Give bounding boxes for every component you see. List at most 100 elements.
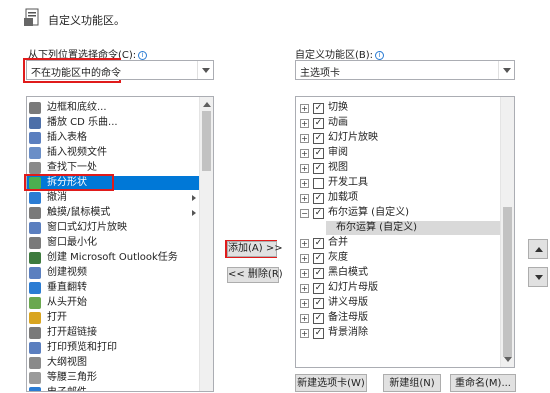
- tab-checkbox[interactable]: ✓: [313, 298, 324, 309]
- scroll-thumb[interactable]: [202, 111, 211, 171]
- command-item[interactable]: 触摸/鼠标模式: [27, 206, 200, 220]
- scroll-down-icon[interactable]: [504, 357, 512, 362]
- scroll-up-icon[interactable]: [203, 102, 211, 107]
- ribbon-tabs-combo[interactable]: 主选项卡: [295, 60, 515, 80]
- tab-checkbox[interactable]: ✓: [313, 103, 324, 114]
- chevron-down-icon[interactable]: [197, 61, 213, 79]
- tab-checkbox[interactable]: ✓: [313, 283, 324, 294]
- minimize-icon: [29, 237, 41, 249]
- expand-icon[interactable]: +: [300, 254, 309, 263]
- ribbon-tree-item[interactable]: + ✓ 幻灯片放映: [296, 131, 501, 145]
- expand-icon[interactable]: +: [300, 269, 309, 278]
- tab-checkbox[interactable]: ✓: [313, 193, 324, 204]
- ribbon-tabs-value: 主选项卡: [300, 68, 340, 79]
- command-item[interactable]: 等腰三角形: [27, 371, 200, 385]
- command-item[interactable]: 创建 Microsoft Outlook任务: [27, 251, 200, 265]
- command-label: 垂直翻转: [47, 282, 87, 293]
- collapse-icon[interactable]: −: [300, 209, 309, 218]
- command-item[interactable]: 插入视频文件: [27, 146, 200, 160]
- ribbon-tree-item[interactable]: + ✓ 备注母版: [296, 311, 501, 325]
- tab-checkbox[interactable]: ✓: [313, 313, 324, 324]
- commands-scrollbar[interactable]: [199, 97, 213, 391]
- ribbon-tree-item[interactable]: + ✓ 合并: [296, 236, 501, 250]
- expand-icon[interactable]: +: [300, 164, 309, 173]
- command-item[interactable]: 打开超链接: [27, 326, 200, 340]
- tab-checkbox[interactable]: ✓: [313, 253, 324, 264]
- find-next-icon: [29, 162, 41, 174]
- ribbon-tree-item[interactable]: 布尔运算 (自定义): [326, 221, 501, 235]
- command-item[interactable]: 打印预览和打印: [27, 341, 200, 355]
- expand-icon[interactable]: +: [300, 194, 309, 203]
- command-item[interactable]: 撤消: [27, 191, 200, 205]
- ribbon-tree-item[interactable]: + ✓ 加载项: [296, 191, 501, 205]
- ribbon-tree-item[interactable]: + ✓ 视图: [296, 161, 501, 175]
- expand-icon[interactable]: +: [300, 179, 309, 188]
- move-up-button[interactable]: [528, 239, 548, 259]
- command-item[interactable]: 窗口最小化: [27, 236, 200, 250]
- command-item[interactable]: 窗口式幻灯片放映: [27, 221, 200, 235]
- expand-icon[interactable]: +: [300, 329, 309, 338]
- commands-list[interactable]: 边框和底纹... 播放 CD 乐曲... 插入表格 插入视频文件 查找下一处 拆分形状 撤消…: [26, 96, 214, 392]
- tab-checkbox[interactable]: ✓: [313, 163, 324, 174]
- new-tab-button[interactable]: 新建选项卡(W): [295, 374, 367, 392]
- tab-checkbox[interactable]: ✓: [313, 268, 324, 279]
- chevron-down-icon[interactable]: [498, 61, 514, 79]
- expand-icon[interactable]: +: [300, 284, 309, 293]
- command-item[interactable]: 播放 CD 乐曲...: [27, 116, 200, 130]
- ribbon-tree-item[interactable]: + 开发工具: [296, 176, 501, 190]
- expand-icon[interactable]: +: [300, 149, 309, 158]
- undo-icon: [29, 192, 41, 204]
- commands-source-combo[interactable]: 不在功能区中的命令: [26, 60, 214, 80]
- info-icon: i: [138, 51, 148, 60]
- ribbon-tree-item[interactable]: + ✓ 灰度: [296, 251, 501, 265]
- ribbon-tree-item[interactable]: + ✓ 背景消除: [296, 326, 501, 340]
- new-group-button[interactable]: 新建组(N): [383, 374, 441, 392]
- command-item[interactable]: 查找下一处: [27, 161, 200, 175]
- commands-source-value: 不在功能区中的命令: [31, 68, 121, 79]
- command-item[interactable]: 插入表格: [27, 131, 200, 145]
- ribbon-tree-item[interactable]: − ✓ 布尔运算 (自定义): [296, 206, 501, 220]
- command-item[interactable]: 打开: [27, 311, 200, 325]
- ribbon-tree-item[interactable]: + ✓ 黑白模式: [296, 266, 501, 280]
- expand-icon[interactable]: +: [300, 119, 309, 128]
- tab-checkbox[interactable]: ✓: [313, 118, 324, 129]
- ribbon-tree-item[interactable]: + ✓ 切换: [296, 101, 501, 115]
- ribbon-tree-item[interactable]: + ✓ 讲义母版: [296, 296, 501, 310]
- tab-checkbox[interactable]: ✓: [313, 328, 324, 339]
- move-down-button[interactable]: [528, 267, 548, 287]
- add-button[interactable]: 添加(A) >>: [227, 241, 283, 257]
- scroll-thumb[interactable]: [503, 207, 512, 357]
- rename-button[interactable]: 重命名(M)...: [450, 374, 516, 392]
- command-item[interactable]: 从头开始: [27, 296, 200, 310]
- ribbon-item-label: 视图: [328, 162, 348, 173]
- command-item[interactable]: 大纲视图: [27, 356, 200, 370]
- command-label: 触摸/鼠标模式: [47, 207, 111, 218]
- hyperlink-icon: [29, 327, 41, 339]
- expand-icon[interactable]: +: [300, 299, 309, 308]
- triangle-icon: [29, 372, 41, 384]
- command-label: 边框和底纹...: [47, 102, 107, 113]
- expand-icon[interactable]: +: [300, 134, 309, 143]
- expand-icon[interactable]: +: [300, 104, 309, 113]
- ribbon-tree-item[interactable]: + ✓ 幻灯片母版: [296, 281, 501, 295]
- ribbon-scrollbar[interactable]: [500, 97, 514, 367]
- tab-checkbox[interactable]: [313, 178, 324, 189]
- command-item[interactable]: 垂直翻转: [27, 281, 200, 295]
- expand-icon[interactable]: +: [300, 239, 309, 248]
- tab-checkbox[interactable]: ✓: [313, 238, 324, 249]
- command-label: 插入视频文件: [47, 147, 107, 158]
- expand-icon[interactable]: +: [300, 314, 309, 323]
- selected-command-highlight: [24, 174, 114, 191]
- ribbon-tree-item[interactable]: + ✓ 审阅: [296, 146, 501, 160]
- submenu-arrow-icon: [192, 210, 196, 216]
- remove-button[interactable]: << 删除(R): [227, 267, 283, 283]
- command-item[interactable]: 边框和底纹...: [27, 101, 200, 115]
- ribbon-item-label: 动画: [328, 117, 348, 128]
- ribbon-tree-item[interactable]: + ✓ 动画: [296, 116, 501, 130]
- tab-checkbox[interactable]: ✓: [313, 148, 324, 159]
- command-item[interactable]: 创建视频: [27, 266, 200, 280]
- tab-checkbox[interactable]: ✓: [313, 208, 324, 219]
- tab-checkbox[interactable]: ✓: [313, 133, 324, 144]
- ribbon-tree[interactable]: + ✓ 切换 + ✓ 动画 + ✓ 幻灯片放映 + ✓ 审阅 + ✓ 视图 + 开发工具 + ✓ 加载项 − ✓ 布尔运算 …: [295, 96, 515, 368]
- command-item[interactable]: 电子邮件: [27, 386, 200, 391]
